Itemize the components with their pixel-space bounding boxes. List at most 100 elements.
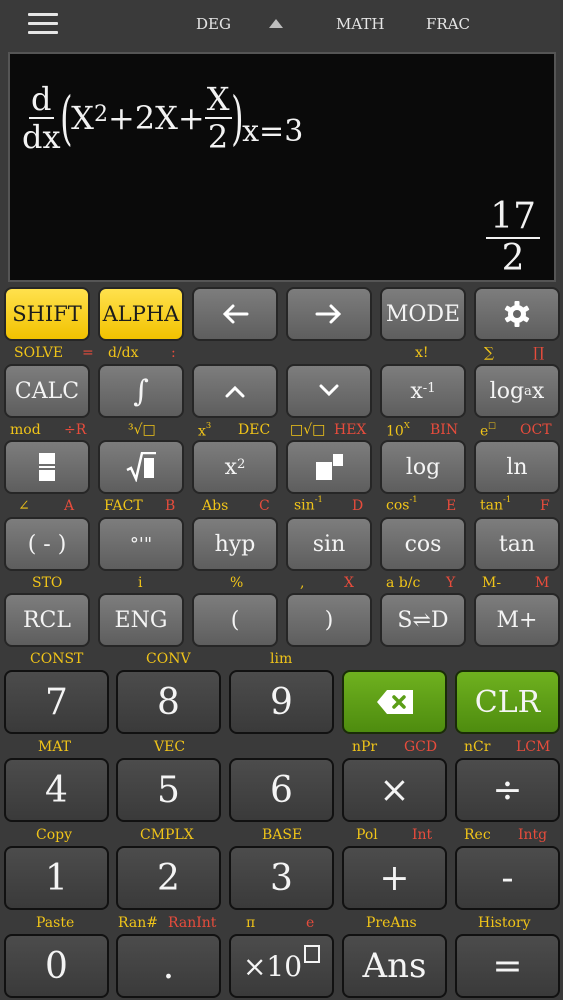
triangle-up-icon[interactable] bbox=[269, 19, 283, 28]
power-key[interactable] bbox=[286, 440, 372, 494]
digit-3-key[interactable]: 3 bbox=[229, 846, 334, 910]
equals-key[interactable]: = bbox=[455, 934, 560, 998]
cursor-left-key[interactable] bbox=[192, 287, 278, 341]
label-acos: cos-1 bbox=[386, 494, 418, 514]
label-imaginary: i bbox=[138, 575, 143, 591]
mode-key[interactable]: MODE bbox=[380, 287, 466, 341]
label-comma: , bbox=[300, 575, 305, 591]
frac-mode-indicator: FRAC bbox=[426, 15, 471, 33]
label-int: Int bbox=[412, 827, 433, 843]
digit-4-key[interactable]: 4 bbox=[4, 758, 109, 822]
backspace-key[interactable] bbox=[342, 670, 447, 734]
label-colon: : bbox=[171, 345, 176, 361]
label-nth-root: □√□ bbox=[290, 422, 326, 438]
log-key[interactable]: log bbox=[380, 440, 466, 494]
clear-key[interactable]: CLR bbox=[455, 670, 560, 734]
label-base: BASE bbox=[262, 827, 303, 843]
label-ten-power: 10X bbox=[386, 420, 410, 440]
label-var-c: C bbox=[259, 498, 270, 514]
cursor-up-key[interactable] bbox=[192, 364, 278, 418]
digit-5-key[interactable]: 5 bbox=[116, 758, 221, 822]
label-var-b: B bbox=[165, 498, 176, 514]
digit-7-key[interactable]: 7 bbox=[4, 670, 109, 734]
label-asin: sin-1 bbox=[294, 494, 323, 514]
label-percent: % bbox=[230, 575, 244, 591]
label-factorial: x! bbox=[415, 345, 429, 361]
label-var-d: D bbox=[352, 498, 364, 514]
label-dec: DEC bbox=[238, 422, 271, 438]
label-ranint: RanInt bbox=[168, 915, 217, 931]
label-var-y: Y bbox=[446, 575, 456, 591]
hyp-key[interactable]: hyp bbox=[192, 517, 278, 571]
label-history: History bbox=[478, 915, 531, 931]
multiply-key[interactable]: × bbox=[342, 758, 447, 822]
label-atan: tan-1 bbox=[480, 494, 512, 514]
term-middle: +2X+ bbox=[107, 99, 205, 137]
ans-key[interactable]: Ans bbox=[342, 934, 447, 998]
digit-2-key[interactable]: 2 bbox=[116, 846, 221, 910]
sqrt-key[interactable] bbox=[98, 440, 184, 494]
square-key[interactable]: x2 bbox=[192, 440, 278, 494]
decimal-point-key[interactable]: . bbox=[116, 934, 221, 998]
label-var-f: F bbox=[540, 498, 550, 514]
calc-key[interactable]: CALC bbox=[4, 364, 90, 418]
digit-9-key[interactable]: 9 bbox=[229, 670, 334, 734]
reciprocal-key[interactable]: x -1 bbox=[380, 364, 466, 418]
cursor-right-key[interactable] bbox=[286, 287, 372, 341]
label-preans: PreAns bbox=[366, 915, 417, 931]
m-plus-key[interactable]: M+ bbox=[474, 593, 560, 647]
label-var-a: A bbox=[64, 498, 75, 514]
negative-key[interactable]: ( - ) bbox=[4, 517, 90, 571]
term-x: X bbox=[71, 99, 94, 137]
status-bar: DEG MATH FRAC bbox=[0, 0, 563, 48]
cos-key[interactable]: cos bbox=[380, 517, 466, 571]
degrees-minutes-seconds-key[interactable]: °'" bbox=[98, 517, 184, 571]
label-var-m: M bbox=[535, 575, 550, 591]
term-x-exponent: 2 bbox=[93, 101, 108, 127]
log-base-key[interactable]: log a x bbox=[474, 364, 560, 418]
integral-key[interactable]: ∫ bbox=[98, 364, 184, 418]
calculator-display: d dx ( X2 +2X+ X 2 ) x=3 17 2 bbox=[8, 52, 556, 282]
label-ran: Ran# bbox=[118, 915, 158, 931]
minus-key[interactable]: - bbox=[455, 846, 560, 910]
menu-icon[interactable] bbox=[28, 13, 58, 35]
open-paren-key[interactable]: ( bbox=[192, 593, 278, 647]
times-ten-power-key[interactable]: ×10 bbox=[229, 934, 334, 998]
label-hex: HEX bbox=[334, 422, 367, 438]
digit-8-key[interactable]: 8 bbox=[116, 670, 221, 734]
plus-key[interactable]: + bbox=[342, 846, 447, 910]
label-ncr: nCr bbox=[464, 739, 491, 755]
evaluation-point: x=3 bbox=[242, 113, 304, 149]
sin-key[interactable]: sin bbox=[286, 517, 372, 571]
tan-key[interactable]: tan bbox=[474, 517, 560, 571]
angle-mode-indicator: DEG bbox=[196, 15, 231, 33]
label-abs: Abs bbox=[202, 498, 229, 514]
label-pi: π bbox=[246, 915, 256, 931]
label-cmplx: CMPLX bbox=[140, 827, 194, 843]
s-d-toggle-key[interactable]: S⇌D bbox=[380, 593, 466, 647]
rcl-key[interactable]: RCL bbox=[4, 593, 90, 647]
settings-key[interactable] bbox=[474, 287, 560, 341]
cursor-down-key[interactable] bbox=[286, 364, 372, 418]
ln-key[interactable]: ln bbox=[474, 440, 560, 494]
fraction-icon bbox=[39, 453, 55, 481]
digit-6-key[interactable]: 6 bbox=[229, 758, 334, 822]
chevron-up-icon bbox=[225, 385, 245, 398]
shift-key[interactable]: SHIFT bbox=[4, 287, 90, 341]
result-value: 17 2 bbox=[486, 196, 540, 277]
eng-key[interactable]: ENG bbox=[98, 593, 184, 647]
digit-1-key[interactable]: 1 bbox=[4, 846, 109, 910]
arrow-right-icon bbox=[315, 304, 342, 324]
fraction-key[interactable] bbox=[4, 440, 90, 494]
alpha-key[interactable]: ALPHA bbox=[98, 287, 184, 341]
half-fraction: X 2 bbox=[204, 80, 232, 156]
divide-key[interactable]: ÷ bbox=[455, 758, 560, 822]
label-fact: FACT bbox=[104, 498, 143, 514]
close-paren-key[interactable]: ) bbox=[286, 593, 372, 647]
label-conv: CONV bbox=[146, 651, 191, 667]
gear-icon bbox=[504, 301, 530, 327]
power-icon bbox=[316, 454, 343, 480]
right-bracket: ) bbox=[230, 84, 244, 152]
digit-0-key[interactable]: 0 bbox=[4, 934, 109, 998]
label-sto: STO bbox=[32, 575, 63, 591]
